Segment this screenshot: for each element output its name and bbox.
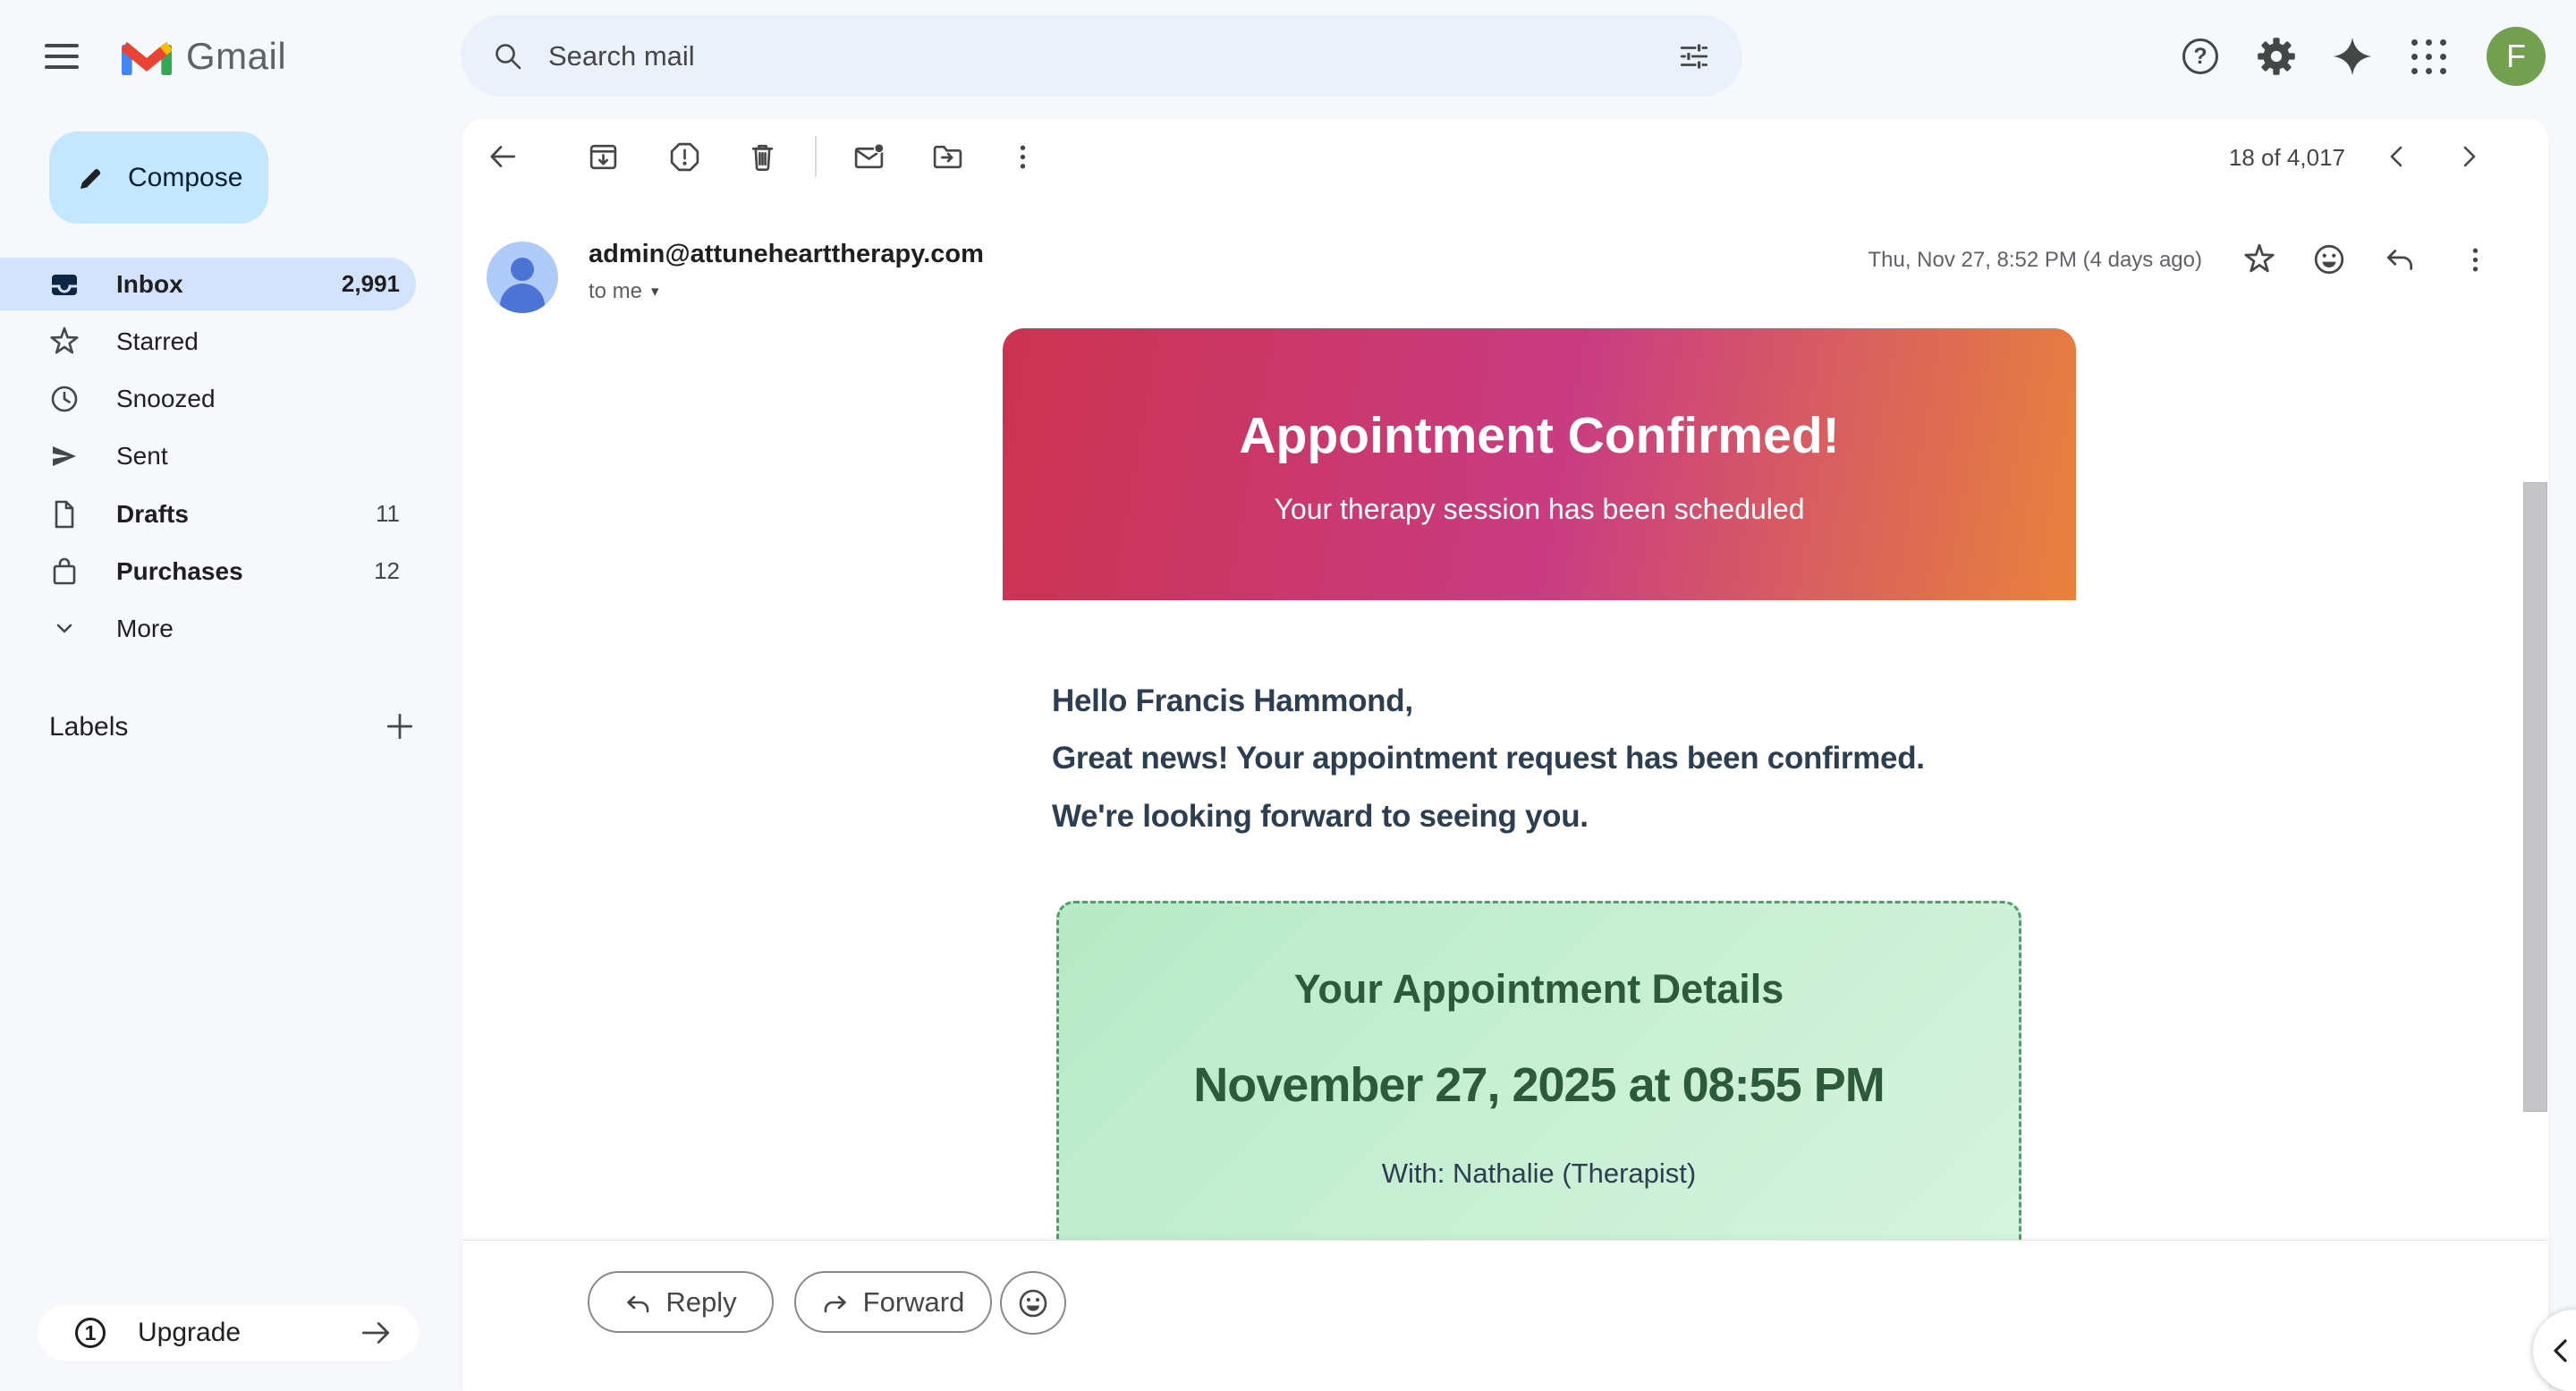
- gmail-app: Gmail ?: [0, 0, 2576, 1391]
- purchases-count: 12: [374, 557, 400, 585]
- archive-icon: [587, 140, 620, 174]
- settings-button[interactable]: [2251, 31, 2301, 81]
- inbox-count: 2,991: [342, 270, 400, 298]
- forward-arrow-icon: [822, 1289, 849, 1316]
- apps-grid-icon: [2411, 39, 2446, 74]
- create-label-button[interactable]: [382, 708, 418, 744]
- message-actions-bar: [462, 1240, 2548, 1391]
- clock-icon: [49, 384, 80, 414]
- back-arrow-icon: [486, 140, 520, 174]
- google-one-icon: 1: [75, 1318, 106, 1348]
- reply-icon-button[interactable]: [2380, 240, 2419, 279]
- appointment-datetime: November 27, 2025 at 08:55 PM: [1056, 1057, 2021, 1113]
- delete-button[interactable]: [742, 137, 782, 176]
- forward-button[interactable]: Forward: [794, 1271, 992, 1333]
- greeting-line: Great news! Your appointment request has…: [1052, 741, 2215, 776]
- mark-unread-icon: [852, 140, 886, 174]
- search-bar[interactable]: [461, 15, 1742, 97]
- add-reaction-button[interactable]: [1000, 1271, 1066, 1335]
- help-button[interactable]: ?: [2175, 31, 2225, 81]
- chevron-down-icon: [49, 614, 80, 644]
- gmail-logo: Gmail: [122, 27, 286, 86]
- account-avatar[interactable]: F: [2487, 27, 2546, 86]
- upgrade-button[interactable]: 1 Upgrade: [38, 1305, 419, 1361]
- sidebar-item-purchases[interactable]: Purchases 12: [0, 545, 416, 598]
- smiley-icon: [2312, 242, 2346, 276]
- google-apps-button[interactable]: [2403, 31, 2453, 81]
- sidebar-item-sent[interactable]: Sent: [0, 429, 416, 482]
- report-spam-icon: [668, 140, 701, 174]
- kebab-menu-icon: [1006, 140, 1039, 174]
- drafts-count: 11: [376, 500, 400, 528]
- toolbar-divider: [815, 136, 817, 177]
- move-to-button[interactable]: [928, 137, 967, 176]
- help-icon: ?: [2182, 38, 2218, 74]
- move-to-folder-icon: [931, 140, 964, 174]
- shopping-bag-icon: [49, 556, 80, 587]
- person-icon: [487, 242, 558, 313]
- recipient-details-toggle[interactable]: to me ▾: [589, 279, 659, 304]
- appointment-therapist: With: Nathalie (Therapist): [1056, 1158, 2021, 1190]
- banner-subtitle: Your therapy session has been scheduled: [1003, 493, 2076, 526]
- chevron-left-icon: [2384, 143, 2411, 170]
- compose-button[interactable]: Compose: [49, 131, 268, 224]
- sidebar-item-more[interactable]: More: [0, 602, 416, 655]
- trash-icon: [746, 140, 779, 174]
- inbox-icon: [49, 269, 80, 300]
- mark-unread-button[interactable]: [849, 137, 888, 176]
- greeting-line: Hello Francis Hammond,: [1052, 683, 2215, 719]
- reply-arrow-icon: [2383, 242, 2417, 276]
- reply-arrow-icon: [624, 1289, 651, 1316]
- gemini-button[interactable]: [2327, 31, 2377, 81]
- reply-button[interactable]: Reply: [588, 1271, 774, 1333]
- gmail-logo-text: Gmail: [186, 35, 286, 78]
- main-menu-button[interactable]: [45, 37, 84, 76]
- banner-title: Appointment Confirmed!: [1003, 406, 2076, 465]
- arrow-right-icon: [358, 1316, 394, 1350]
- labels-header: Labels: [49, 712, 128, 742]
- archive-button[interactable]: [583, 137, 623, 176]
- older-email-button[interactable]: [2451, 139, 2487, 174]
- gmail-m-icon: [122, 38, 172, 75]
- smiley-icon: [1017, 1287, 1049, 1319]
- sidebar-item-inbox[interactable]: Inbox 2,991: [0, 258, 416, 310]
- chevron-left-icon: [2549, 1337, 2572, 1364]
- search-input[interactable]: [548, 40, 1678, 72]
- appointment-details-title: Your Appointment Details: [1056, 966, 2021, 1013]
- newer-email-button[interactable]: [2379, 139, 2415, 174]
- caret-down-icon: ▾: [651, 283, 659, 301]
- gear-icon: [2257, 37, 2296, 76]
- scrollbar-thumb[interactable]: [2523, 482, 2547, 1112]
- pagination-counter: 18 of 4,017: [2229, 144, 2345, 172]
- search-filters-icon[interactable]: [1678, 40, 1710, 72]
- search-icon: [493, 41, 523, 72]
- back-button[interactable]: [483, 137, 522, 176]
- star-email-button[interactable]: [2240, 240, 2279, 279]
- greeting-line: We're looking forward to seeing you.: [1052, 799, 2215, 835]
- star-icon: [2243, 243, 2275, 276]
- more-options-button[interactable]: [1003, 137, 1042, 176]
- pencil-icon: [76, 163, 106, 193]
- plus-icon: [384, 710, 416, 742]
- sparkle-icon: [2332, 36, 2373, 77]
- sidebar-item-snoozed[interactable]: Snoozed: [0, 372, 416, 425]
- chevron-right-icon: [2455, 143, 2482, 170]
- kebab-menu-icon: [2459, 243, 2492, 276]
- star-icon: [49, 327, 80, 357]
- email-date: Thu, Nov 27, 8:52 PM (4 days ago): [1868, 248, 2202, 273]
- report-spam-button[interactable]: [665, 137, 704, 176]
- sender-email[interactable]: admin@attunehearttherapy.com: [589, 240, 984, 269]
- emoji-reaction-button[interactable]: [2309, 240, 2349, 279]
- sender-avatar[interactable]: [487, 242, 558, 313]
- message-more-button[interactable]: [2455, 240, 2495, 279]
- send-icon: [49, 441, 80, 471]
- sidebar-item-drafts[interactable]: Drafts 11: [0, 488, 416, 540]
- draft-icon: [49, 499, 80, 530]
- sidebar-item-starred[interactable]: Starred: [0, 315, 416, 368]
